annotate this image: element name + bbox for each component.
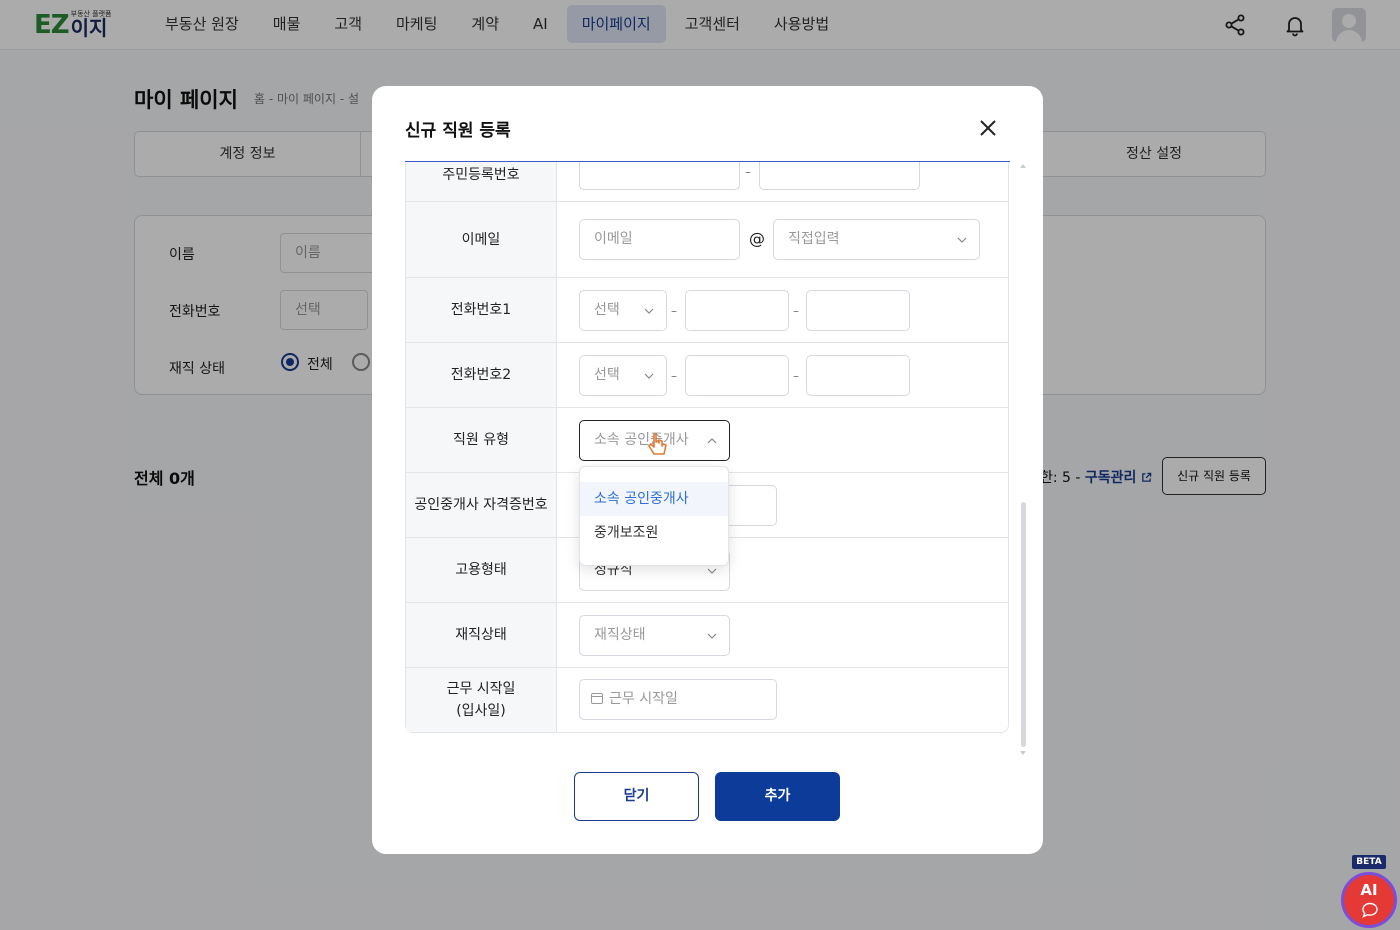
chevron-down-icon: [644, 373, 654, 379]
email-domain-select[interactable]: 직접입력: [773, 219, 980, 260]
add-button[interactable]: 추가: [715, 772, 840, 821]
phone1-label: 전화번호1: [406, 278, 557, 342]
start-date-label-line1: 근무 시작일: [446, 681, 516, 697]
email-label: 이메일: [406, 202, 557, 277]
dropdown-option-licensed-agent[interactable]: 소속 공인중개사: [580, 482, 728, 516]
scroll-down-arrow-icon[interactable]: [1018, 749, 1028, 757]
close-icon[interactable]: [976, 116, 1000, 140]
row-phone2: 전화번호2 선택 – –: [406, 343, 1008, 408]
chevron-up-icon: [707, 438, 717, 444]
phone1-middle-input[interactable]: [685, 290, 789, 331]
phone2-prefix-value: 선택: [594, 367, 620, 383]
license-number-label: 공인중개사 자격증번호: [406, 473, 557, 537]
scroll-thumb[interactable]: [1021, 502, 1026, 747]
form-scrollbar[interactable]: [1018, 162, 1028, 757]
phone2-last-input[interactable]: [806, 355, 910, 396]
row-rrn: 주민등록번호 –: [406, 162, 1008, 202]
chevron-down-icon: [707, 633, 717, 639]
row-phone1: 전화번호1 선택 – –: [406, 278, 1008, 343]
row-start-date: 근무 시작일 (입사일) 근무 시작일: [406, 668, 1008, 732]
phone1-last-input[interactable]: [806, 290, 910, 331]
phone1-prefix-value: 선택: [594, 302, 620, 318]
close-button[interactable]: 닫기: [574, 772, 699, 821]
employee-form: 주민등록번호 – 이메일 이메일 @ 직접입력 전화번호1 선택 – – 전화번…: [405, 162, 1009, 733]
mouse-pointer-icon: [648, 433, 667, 455]
calendar-icon: [591, 693, 603, 704]
work-status-value: 재직상태: [594, 627, 646, 643]
work-status-label: 재직상태: [406, 603, 557, 667]
phone2-middle-input[interactable]: [685, 355, 789, 396]
chat-bubble-icon: [1362, 902, 1378, 918]
employee-type-label: 직원 유형: [406, 408, 557, 472]
start-date-label-line2: (입사일): [456, 703, 506, 719]
phone2-dash-2: –: [793, 369, 799, 383]
phone2-dash-1: –: [671, 369, 677, 383]
rrn-dash: –: [745, 165, 751, 179]
scroll-up-arrow-icon[interactable]: [1018, 162, 1028, 170]
row-email: 이메일 이메일 @ 직접입력: [406, 202, 1008, 278]
phone1-prefix-select[interactable]: 선택: [579, 290, 667, 331]
phone2-label: 전화번호2: [406, 343, 557, 407]
row-work-status: 재직상태 재직상태: [406, 603, 1008, 668]
ai-assistant-button[interactable]: AI: [1341, 872, 1397, 928]
start-date-label: 근무 시작일 (입사일): [406, 668, 557, 732]
chevron-down-icon: [644, 308, 654, 314]
phone2-prefix-select[interactable]: 선택: [579, 355, 667, 396]
start-date-input[interactable]: 근무 시작일: [579, 679, 777, 720]
row-employee-type: 직원 유형 소속 공인중개사: [406, 408, 1008, 473]
work-status-select[interactable]: 재직상태: [579, 615, 730, 656]
employment-type-label: 고용형태: [406, 538, 557, 602]
phone1-dash-1: –: [671, 304, 677, 318]
start-date-placeholder: 근무 시작일: [609, 691, 678, 707]
employee-type-value: 소속 공인중개사: [594, 432, 689, 448]
email-at-sign: @: [749, 229, 765, 248]
chevron-down-icon: [707, 568, 717, 574]
phone1-dash-2: –: [793, 304, 799, 318]
chevron-down-icon: [957, 237, 967, 243]
rrn-label: 주민등록번호: [406, 162, 557, 201]
modal-title: 신규 직원 등록: [405, 121, 511, 141]
email-input[interactable]: 이메일: [579, 219, 740, 260]
rrn-front-input[interactable]: [579, 162, 740, 190]
employee-type-dropdown: 소속 공인중개사 중개보조원: [579, 466, 729, 566]
rrn-back-input[interactable]: [759, 162, 920, 190]
email-domain-value: 직접입력: [788, 231, 840, 247]
beta-badge: BETA: [1352, 855, 1386, 869]
ai-assistant-label: AI: [1360, 881, 1378, 899]
dropdown-option-assistant[interactable]: 중개보조원: [580, 516, 728, 550]
